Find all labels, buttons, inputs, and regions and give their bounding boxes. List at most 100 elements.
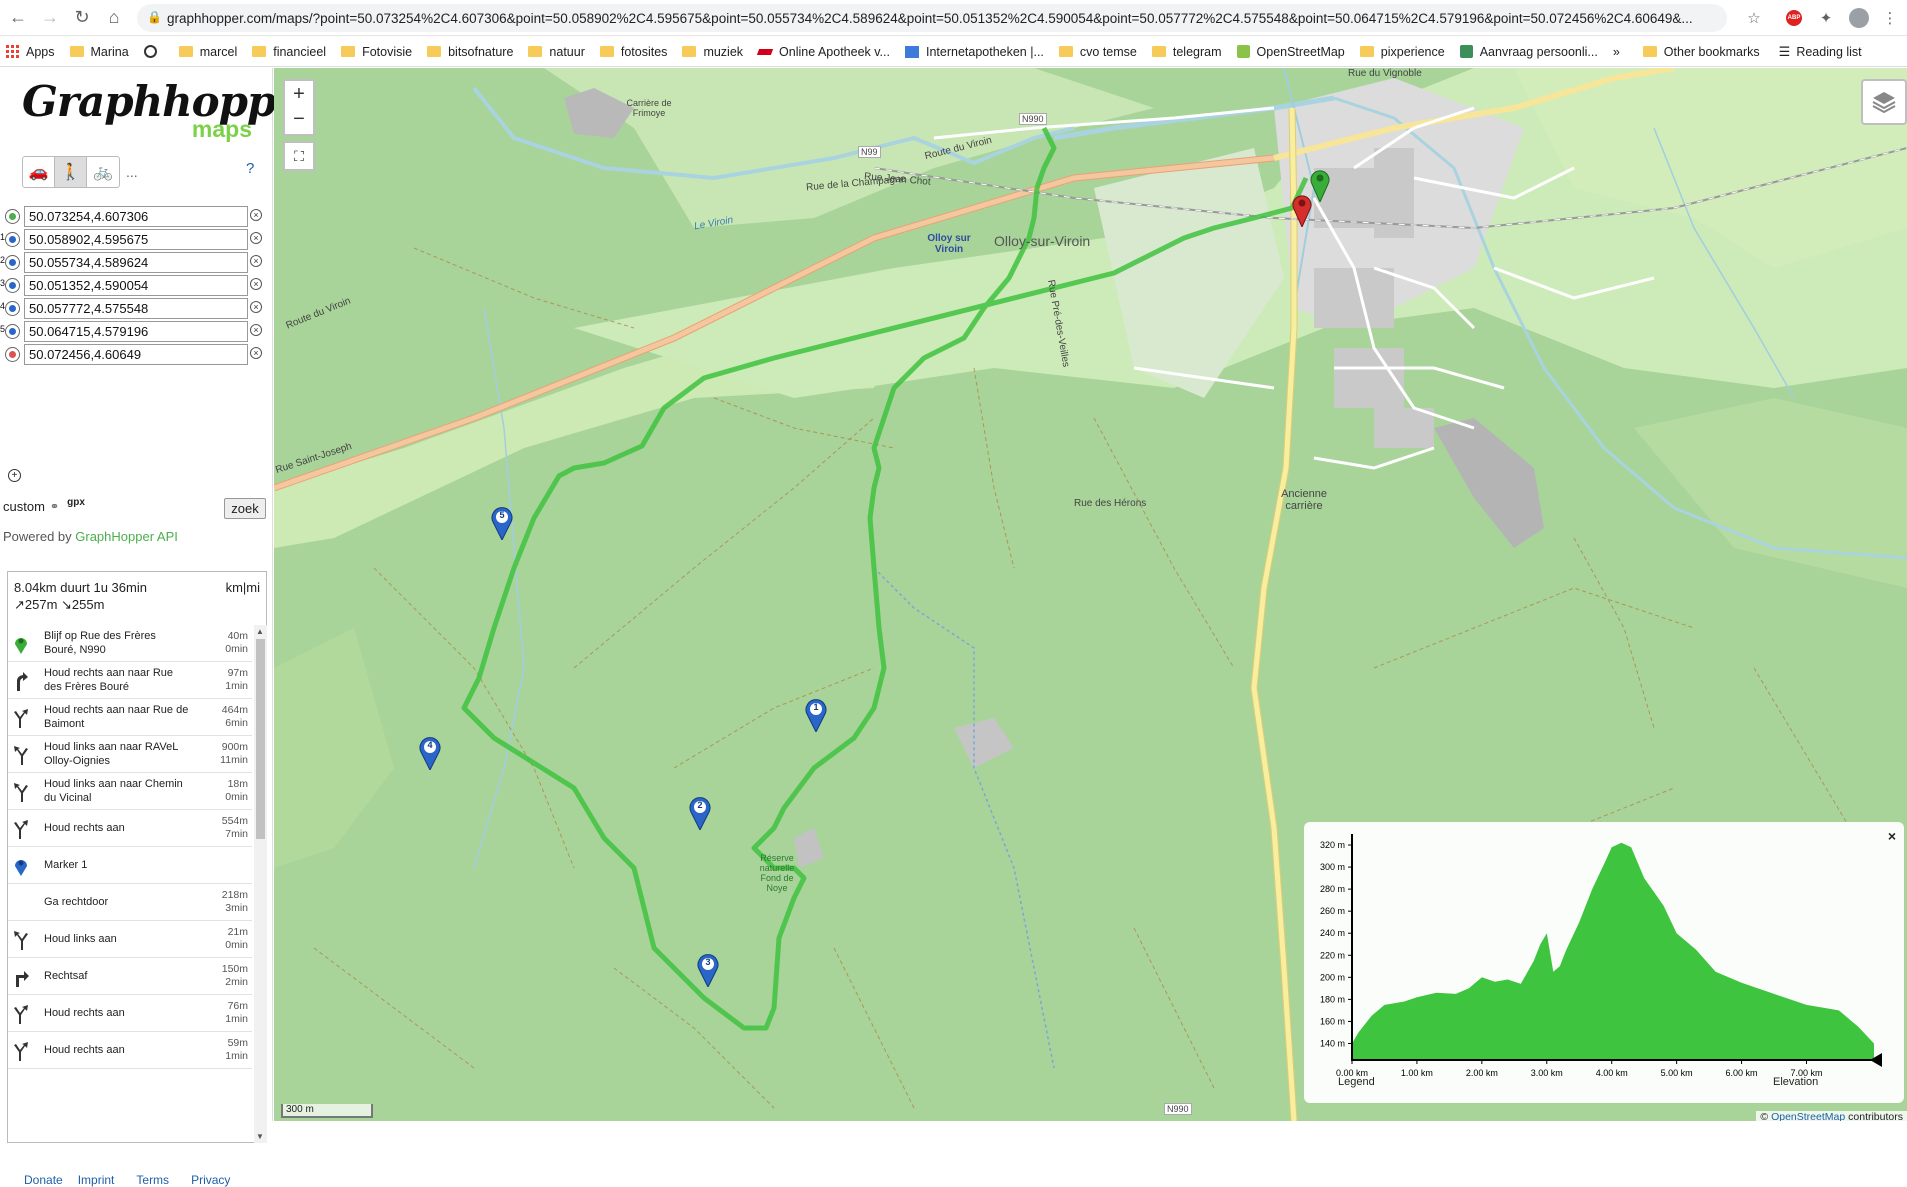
- add-point-icon[interactable]: +: [8, 469, 21, 482]
- remove-point-icon[interactable]: ×: [250, 209, 262, 221]
- point-number: 1: [0, 232, 6, 242]
- imprint-link[interactable]: Imprint: [78, 1173, 115, 1187]
- scroll-up-icon[interactable]: ▲: [256, 627, 264, 636]
- instruction-row[interactable]: Rechtsaf 150m 2min: [8, 958, 252, 995]
- bookmark-site[interactable]: Internetapotheken |...: [904, 45, 1044, 59]
- bookmark-site[interactable]: Aanvraag persoonli...: [1459, 45, 1598, 59]
- instruction-distance-value: 150m: [221, 963, 248, 975]
- forward-icon[interactable]: →: [36, 4, 64, 32]
- foot-icon[interactable]: 🚶: [55, 157, 87, 187]
- point-input[interactable]: [24, 275, 248, 296]
- profile-icon[interactable]: [1846, 4, 1872, 32]
- remove-point-icon[interactable]: ×: [250, 232, 262, 244]
- point-input[interactable]: [24, 298, 248, 319]
- extensions-icon[interactable]: ✦: [1814, 4, 1838, 32]
- bookmarks-overflow[interactable]: »: [1613, 45, 1620, 59]
- remove-point-icon[interactable]: ×: [250, 324, 262, 336]
- instruction-row[interactable]: Houd links aan naar RAVeL Olloy-Oignies 9…: [8, 736, 252, 773]
- custom-label[interactable]: custom: [3, 499, 45, 514]
- bookmark-site[interactable]: Online Apotheek v...: [756, 45, 890, 59]
- osm-attribution-link[interactable]: OpenStreetMap: [1771, 1111, 1845, 1121]
- remove-point-icon[interactable]: ×: [250, 347, 262, 359]
- bookmark-site[interactable]: [143, 45, 164, 58]
- via-marker-1[interactable]: 1: [805, 698, 827, 732]
- via-marker-5[interactable]: 5: [491, 506, 513, 540]
- star-icon[interactable]: ☆: [1742, 4, 1766, 32]
- bookmark-folder[interactable]: fotosites: [599, 45, 667, 59]
- close-elevation-icon[interactable]: ×: [1888, 828, 1896, 844]
- map-canvas[interactable]: Rue du Vignoble N990 Route du Viroin N99…: [274, 68, 1907, 1121]
- y-tick-label: 300 m: [1320, 862, 1345, 872]
- car-icon[interactable]: 🚗: [23, 157, 55, 187]
- bookmark-folder[interactable]: muziek: [682, 45, 743, 59]
- via-marker-2[interactable]: 2: [689, 796, 711, 830]
- zoom-in-button[interactable]: +: [283, 79, 315, 109]
- reload-icon[interactable]: ↻: [68, 4, 96, 32]
- bookmark-folder[interactable]: bitsofnature: [427, 45, 513, 59]
- help-icon[interactable]: ?: [246, 160, 254, 177]
- bookmark-folder[interactable]: pixperience: [1359, 45, 1445, 59]
- bookmark-folder[interactable]: cvo temse: [1058, 45, 1137, 59]
- gpx-export[interactable]: gpx: [67, 497, 85, 508]
- instruction-row[interactable]: Houd rechts aan 59m 1min: [8, 1032, 252, 1069]
- bookmark-apps[interactable]: Apps: [6, 45, 55, 59]
- via-marker-3[interactable]: 3: [697, 953, 719, 987]
- bookmark-folder[interactable]: marcel: [178, 45, 237, 59]
- more-vehicles-button[interactable]: ...: [126, 164, 138, 180]
- elevation-legend[interactable]: Legend: [1338, 1076, 1375, 1088]
- bookmark-site[interactable]: OpenStreetMap: [1236, 45, 1345, 59]
- instruction-row[interactable]: Houd rechts aan 76m 1min: [8, 995, 252, 1032]
- instruction-row[interactable]: Houd rechts aan naar Rue de Baimont 464m 6…: [8, 699, 252, 736]
- layers-icon[interactable]: [1861, 79, 1907, 125]
- scroll-thumb[interactable]: [256, 639, 265, 839]
- bookmark-folder[interactable]: Marina: [69, 45, 129, 59]
- instruction-row[interactable]: Marker 1: [8, 847, 252, 884]
- bookmark-folder[interactable]: financieel: [252, 45, 326, 59]
- route-point-row: 5×: [0, 320, 273, 344]
- privacy-link[interactable]: Privacy: [191, 1173, 230, 1187]
- instruction-row[interactable]: Houd rechts aan 554m 7min: [8, 810, 252, 847]
- instruction-row[interactable]: Blijf op Rue des Frères Bouré, N990 40m 0m…: [8, 625, 252, 662]
- bike-icon[interactable]: 🚲: [87, 157, 119, 187]
- units-toggle[interactable]: km|mi: [226, 580, 260, 595]
- destination-marker[interactable]: [1292, 193, 1312, 227]
- link-icon[interactable]: ⚭: [50, 500, 59, 513]
- fullscreen-icon[interactable]: ⛶: [283, 141, 315, 171]
- back-icon[interactable]: ←: [4, 4, 32, 32]
- adblock-icon[interactable]: ABP: [1782, 4, 1806, 32]
- instruction-row[interactable]: Houd links aan naar Chemin du Vicinal 18m…: [8, 773, 252, 810]
- donate-link[interactable]: Donate: [24, 1173, 63, 1187]
- start-marker[interactable]: [1310, 168, 1330, 202]
- graphhopper-logo[interactable]: Graphhopper maps: [22, 80, 323, 150]
- remove-point-icon[interactable]: ×: [250, 278, 262, 290]
- instructions-scrollbar[interactable]: ▲ ▼: [254, 625, 267, 1143]
- bookmark-folder[interactable]: telegram: [1151, 45, 1222, 59]
- home-icon[interactable]: ⌂: [100, 4, 128, 32]
- zoom-out-button[interactable]: −: [283, 106, 315, 136]
- point-input[interactable]: [24, 344, 248, 365]
- instruction-row[interactable]: Houd rechts aan naar Rue des Frères Bour…: [8, 662, 252, 699]
- point-input[interactable]: [24, 252, 248, 273]
- search-button[interactable]: zoek: [224, 498, 266, 519]
- address-bar[interactable]: 🔒 graphhopper.com/maps/?point=50.073254%…: [137, 4, 1727, 32]
- bookmark-other[interactable]: Other bookmarks: [1642, 45, 1760, 59]
- graphhopper-api-link[interactable]: GraphHopper API: [75, 529, 178, 544]
- route-point-row: 2×: [0, 251, 273, 275]
- point-input[interactable]: [24, 321, 248, 342]
- scroll-down-icon[interactable]: ▼: [256, 1132, 264, 1141]
- powered-prefix: Powered by: [3, 529, 76, 544]
- remove-point-icon[interactable]: ×: [250, 255, 262, 267]
- bookmark-reading-list[interactable]: ☰ Reading list: [1779, 44, 1862, 60]
- bookmark-folder[interactable]: natuur: [528, 45, 585, 59]
- menu-icon[interactable]: ⋮: [1878, 4, 1902, 32]
- instruction-row[interactable]: Houd links aan 21m 0min: [8, 921, 252, 958]
- point-input[interactable]: [24, 206, 248, 227]
- point-input[interactable]: [24, 229, 248, 250]
- remove-point-icon[interactable]: ×: [250, 301, 262, 313]
- point-number: 4: [0, 301, 6, 311]
- instruction-row[interactable]: Ga rechtdoor 218m 3min: [8, 884, 252, 921]
- terms-link[interactable]: Terms: [136, 1173, 169, 1187]
- bookmark-folder[interactable]: Fotovisie: [341, 45, 412, 59]
- via-marker-4[interactable]: 4: [419, 736, 441, 770]
- powered-by: Powered by GraphHopper API: [3, 529, 178, 544]
